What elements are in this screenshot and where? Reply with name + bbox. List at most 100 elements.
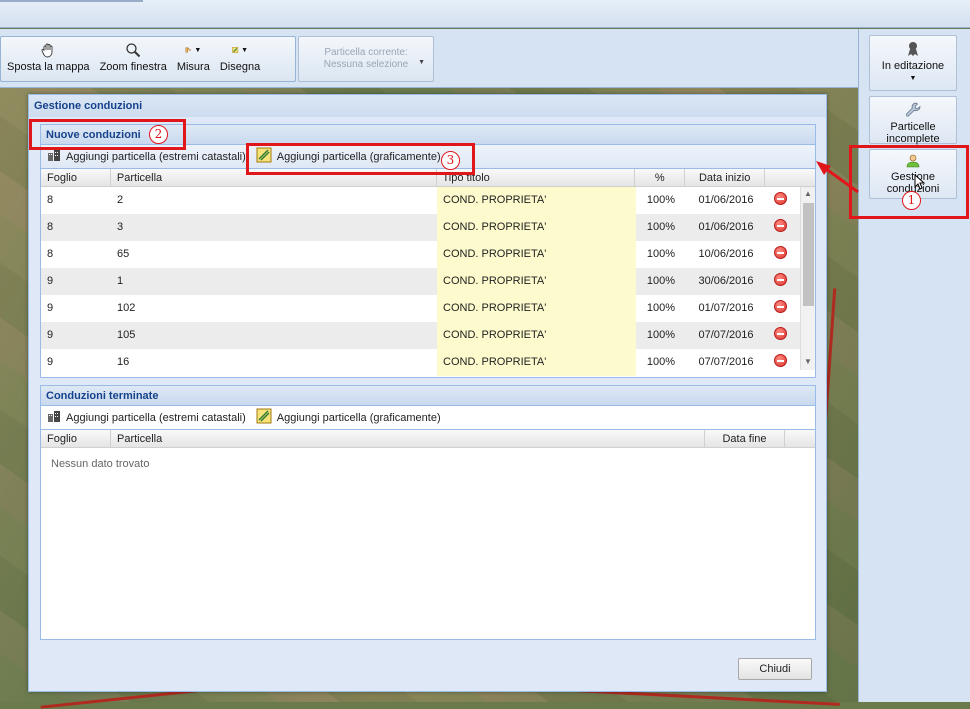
dialog-title: Gestione conduzioni [29,95,826,117]
map-toolbar: Sposta la mappa Zoom finestra ▼ Misura ▼… [0,36,296,82]
cell-tipo-titolo: COND. PROPRIETA' [437,322,636,349]
measure-button[interactable]: ▼ Misura [176,42,210,74]
cell-particella: 16 [117,356,130,368]
table-row[interactable]: 8 65 COND. PROPRIETA' 100% 10/06/2016 [41,241,815,268]
cell-percentuale: 100% [646,329,676,341]
delete-row-button[interactable] [766,349,796,376]
hand-icon [40,42,56,58]
ended-conduzioni-title: Conduzioni terminate [41,386,815,406]
delete-row-button[interactable] [766,241,796,268]
col-actions [765,169,815,186]
col-data-inizio[interactable]: Data inizio [685,169,766,186]
current-parcel-value: Nessuna selezione [323,59,409,70]
cell-percentuale: 100% [646,275,676,287]
annotation-badge-3: 3 [441,151,460,170]
delete-icon [774,273,787,286]
pan-map-button[interactable]: Sposta la mappa [7,42,90,73]
scroll-down-icon[interactable]: ▼ [804,357,812,366]
cell-foglio: 8 [47,221,54,233]
cell-tipo-titolo: COND. PROPRIETA' [437,241,636,268]
cell-data-inizio: 01/06/2016 [698,221,754,233]
delete-icon [774,246,787,259]
ended-add-parcel-graphic-label: Aggiungi particella (graficamente) [276,411,441,424]
cell-particella: 105 [117,329,136,341]
annotation-badge-1: 1 [902,191,921,210]
zoom-window-label: Zoom finestra [99,61,167,73]
cell-foglio: 9 [47,275,54,287]
ended-add-parcel-graphic-button[interactable]: Aggiungi particella (graficamente) [256,408,441,427]
cell-particella: 1 [117,275,124,287]
current-parcel-selector[interactable]: Particella corrente: Nessuna selezione ▼ [298,36,434,82]
top-bar [0,0,970,28]
cell-percentuale: 100% [646,248,676,260]
cell-particella: 2 [117,194,124,206]
delete-row-button[interactable] [766,322,796,349]
chevron-down-icon: ▼ [909,75,917,82]
cell-particella: 3 [117,221,124,233]
col-percentuale[interactable]: % [635,169,686,186]
draw-map-icon [256,408,272,427]
table-row[interactable]: 9 16 COND. PROPRIETA' 100% 07/07/2016 [41,349,815,376]
pan-map-label: Sposta la mappa [7,61,90,73]
ribbon-icon [870,41,956,57]
chevron-down-icon: ▼ [418,59,425,66]
cell-foglio: 9 [47,302,54,314]
delete-row-button[interactable] [766,187,796,214]
delete-icon [774,219,787,232]
table-row[interactable]: 9 102 COND. PROPRIETA' 100% 01/07/2016 [41,295,815,322]
cell-foglio: 8 [47,248,54,260]
cell-percentuale: 100% [646,194,676,206]
delete-icon [774,354,787,367]
incomplete-label-line2: incomplete [886,133,940,145]
cell-data-inizio: 07/07/2016 [698,329,754,341]
cell-tipo-titolo: COND. PROPRIETA' [437,349,636,376]
cell-data-inizio: 07/07/2016 [698,356,754,368]
cell-particella: 102 [117,302,136,314]
zoom-window-button[interactable]: Zoom finestra [100,42,167,73]
delete-row-button[interactable] [766,295,796,322]
col-actions [785,430,815,447]
magnifier-icon [125,42,141,58]
delete-row-button[interactable] [766,268,796,295]
empty-grid-message: Nessun dato trovato [51,458,150,470]
incomplete-label-line1: Particelle [890,121,936,133]
delete-row-button[interactable] [766,214,796,241]
buildings-icon [47,410,61,426]
table-row[interactable]: 8 2 COND. PROPRIETA' 100% 01/06/2016 [41,187,815,214]
current-parcel-title: Particella corrente: [324,47,408,58]
table-row[interactable]: 9 105 COND. PROPRIETA' 100% 07/07/2016 [41,322,815,349]
delete-icon [774,327,787,340]
table-row[interactable]: 8 3 COND. PROPRIETA' 100% 01/06/2016 [41,214,815,241]
measure-label: Misura [176,61,210,73]
add-parcel-cadastral-button[interactable]: Aggiungi particella (estremi catastali) [47,149,246,165]
cell-foglio: 9 [47,329,54,341]
vertical-scrollbar[interactable]: ▲ ▼ [800,187,815,370]
ended-add-parcel-cadastral-button[interactable]: Aggiungi particella (estremi catastali) [47,410,246,426]
col-foglio[interactable]: Foglio [41,169,111,186]
add-parcel-cadastral-label: Aggiungi particella (estremi catastali) [66,150,246,163]
col-data-fine[interactable]: Data fine [705,430,785,447]
col-particella[interactable]: Particella [111,430,705,447]
ended-grid-header: Foglio Particella Data fine [41,430,815,448]
cell-data-inizio: 10/06/2016 [698,248,754,260]
wrench-icon [870,102,956,118]
draw-button[interactable]: ▼ Disegna [220,42,260,74]
editing-button[interactable]: In editazione ▼ [869,35,957,91]
incomplete-parcels-button[interactable]: Particelle incomplete [869,96,957,145]
cell-data-inizio: 01/06/2016 [698,194,754,206]
annotation-arrow-icon [816,161,859,194]
buildings-icon [47,149,61,165]
manage-conduzioni-dialog: Gestione conduzioni Nuove conduzioni Agg… [28,94,827,692]
cell-foglio: 8 [47,194,54,206]
delete-icon [774,192,787,205]
annotation-badge-2: 2 [149,125,168,144]
incomplete-label: Particelle incomplete [870,121,956,145]
col-foglio[interactable]: Foglio [41,430,111,447]
ruler-icon: ▼ [185,42,201,58]
cell-tipo-titolo: COND. PROPRIETA' [437,295,636,322]
scroll-up-icon[interactable]: ▲ [804,189,812,198]
cell-percentuale: 100% [646,356,676,368]
close-button[interactable]: Chiudi [738,658,812,680]
table-row[interactable]: 9 1 COND. PROPRIETA' 100% 30/06/2016 [41,268,815,295]
scrollbar-thumb[interactable] [803,203,814,306]
